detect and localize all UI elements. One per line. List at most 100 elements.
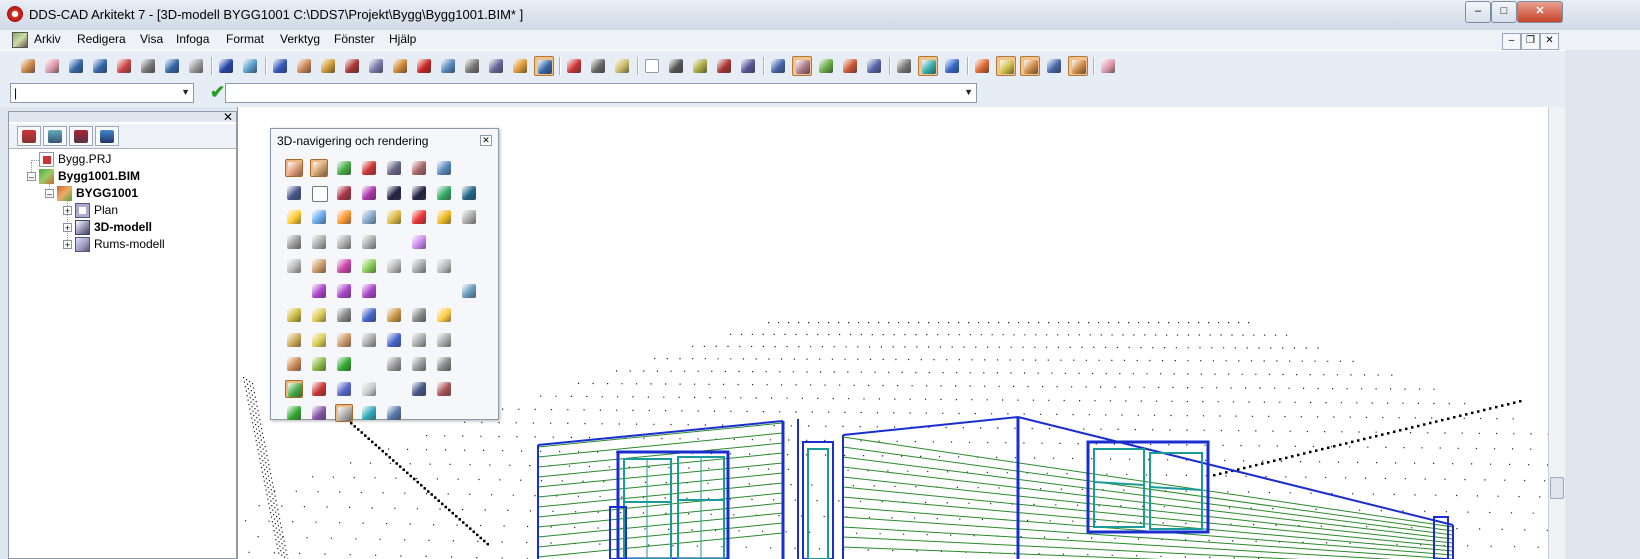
menu-verktyg[interactable]: Verktyg [280, 32, 320, 46]
move-button[interactable] [714, 56, 734, 76]
brush-2-tool-button[interactable] [310, 306, 328, 324]
flag-marker-tool-button[interactable] [360, 184, 378, 202]
open-button[interactable] [42, 56, 62, 76]
scissors-tool-button[interactable] [335, 184, 353, 202]
smiley-tool-button[interactable] [435, 306, 453, 324]
mdi-restore-button[interactable]: ❐ [1521, 33, 1540, 50]
bottle-tool-button[interactable] [335, 306, 353, 324]
grid-button[interactable] [768, 56, 788, 76]
polygon-tool-button[interactable] [310, 184, 328, 202]
checker-tool-button[interactable] [410, 306, 428, 324]
print-button[interactable] [138, 56, 158, 76]
cross-tool-tool-button[interactable] [435, 355, 453, 373]
cube-gray-tool-button[interactable] [410, 257, 428, 275]
sun-tool-button[interactable] [285, 208, 303, 226]
undo-button[interactable] [162, 56, 182, 76]
camera-red-tool-button[interactable] [435, 380, 453, 398]
dots-button[interactable] [1020, 56, 1040, 76]
chevron-down-icon[interactable]: ▼ [181, 87, 190, 97]
light-tool-button[interactable] [385, 208, 403, 226]
tools-button[interactable] [318, 56, 338, 76]
cloud-tool-button[interactable] [360, 208, 378, 226]
menu-visa[interactable]: Visa [140, 32, 163, 46]
document-menu-icon[interactable] [12, 32, 28, 48]
house-view-button[interactable] [792, 56, 812, 76]
wrench-button[interactable] [612, 56, 632, 76]
dashed-line-tool-button[interactable] [385, 184, 403, 202]
mdi-minimize-button[interactable]: – [1502, 33, 1521, 50]
eye-view-tool-button[interactable] [385, 404, 403, 422]
scissors-2-tool-button[interactable] [385, 355, 403, 373]
cross-box-tool-button[interactable] [460, 184, 478, 202]
blank-button[interactable] [666, 56, 686, 76]
menu-redigera[interactable]: Redigera [77, 32, 126, 46]
tree-expander[interactable]: + [63, 223, 72, 233]
window-panel-tool-button[interactable] [410, 159, 428, 177]
tools-box-tool-button[interactable] [335, 331, 353, 349]
brush-tool-button[interactable] [285, 306, 303, 324]
chevron-down-icon[interactable]: ▼ [964, 87, 973, 97]
gradient-tool-button[interactable] [410, 233, 428, 251]
tree-expander[interactable]: + [63, 206, 72, 216]
minimize-button[interactable]: – [1465, 1, 1491, 23]
monitor-button[interactable] [1098, 56, 1118, 76]
app-logo-icon[interactable] [7, 6, 23, 22]
circle-gray-tool-button[interactable] [360, 233, 378, 251]
plot-button[interactable] [366, 56, 386, 76]
export-button[interactable] [240, 56, 260, 76]
back-arrow-tool-button[interactable] [335, 355, 353, 373]
tab-help[interactable] [95, 126, 119, 146]
box-gray-2-tool-button[interactable] [385, 257, 403, 275]
folder-open-tool-button[interactable] [285, 331, 303, 349]
mouse-tool-button[interactable] [360, 380, 378, 398]
view-settings-tool-button[interactable] [310, 404, 328, 422]
copy-view-button[interactable] [942, 56, 962, 76]
camera-view-button[interactable] [918, 56, 938, 76]
box-purple-3-tool-button[interactable] [360, 282, 378, 300]
house-plan-button[interactable] [840, 56, 860, 76]
camera-person-tool-button[interactable] [410, 380, 428, 398]
new-button[interactable] [18, 56, 38, 76]
copy-view-tool-button[interactable] [360, 404, 378, 422]
menu-hjalp[interactable]: Hjälp [389, 32, 416, 46]
perspective-tool-button[interactable] [285, 159, 303, 177]
box-pink-tool-button[interactable] [335, 257, 353, 275]
close-button[interactable]: ✕ [1517, 1, 1563, 23]
stairs-button[interactable] [414, 56, 434, 76]
maximize-button[interactable]: □ [1491, 1, 1517, 23]
redo-button[interactable] [186, 56, 206, 76]
menu-arkiv[interactable]: Arkiv [34, 32, 61, 46]
sky-tool-button[interactable] [310, 208, 328, 226]
globe-button[interactable] [216, 56, 236, 76]
crosshair-tool-button[interactable] [285, 404, 303, 422]
solid-line-tool-button[interactable] [410, 184, 428, 202]
window-button[interactable] [972, 56, 992, 76]
edit-button[interactable] [642, 56, 662, 76]
play-red-tool-button[interactable] [410, 208, 428, 226]
box-purple-2-tool-button[interactable] [335, 282, 353, 300]
wall-panel-tool-button[interactable] [385, 159, 403, 177]
play-yellow-tool-button[interactable] [435, 208, 453, 226]
align-left-tool-button[interactable] [335, 159, 353, 177]
refresh-tool-button[interactable] [285, 379, 303, 398]
tree-expander[interactable]: + [63, 240, 72, 250]
blob-tool-button[interactable] [410, 331, 428, 349]
target-tool-button[interactable] [360, 159, 378, 177]
save-all-button[interactable] [90, 56, 110, 76]
walker-tool-button[interactable] [310, 380, 328, 398]
pencil-button[interactable] [342, 56, 362, 76]
measure-tool-button[interactable] [285, 184, 303, 202]
view-settings-button[interactable] [894, 56, 914, 76]
camera-button[interactable] [486, 56, 506, 76]
eye-button[interactable] [690, 56, 710, 76]
scrollbar-thumb[interactable] [1550, 477, 1564, 499]
frame-tool-button[interactable] [435, 184, 453, 202]
vertical-scrollbar[interactable] [1548, 107, 1566, 559]
orthographic-tool-button[interactable] [310, 159, 328, 177]
hex-gray-tool-button[interactable] [435, 257, 453, 275]
panel-close-icon[interactable]: ✕ [223, 110, 233, 124]
wedge-tool-button[interactable] [435, 331, 453, 349]
orbit-tool-button[interactable] [310, 355, 328, 373]
box-orange-tool-button[interactable] [310, 257, 328, 275]
render-button[interactable] [534, 56, 554, 76]
